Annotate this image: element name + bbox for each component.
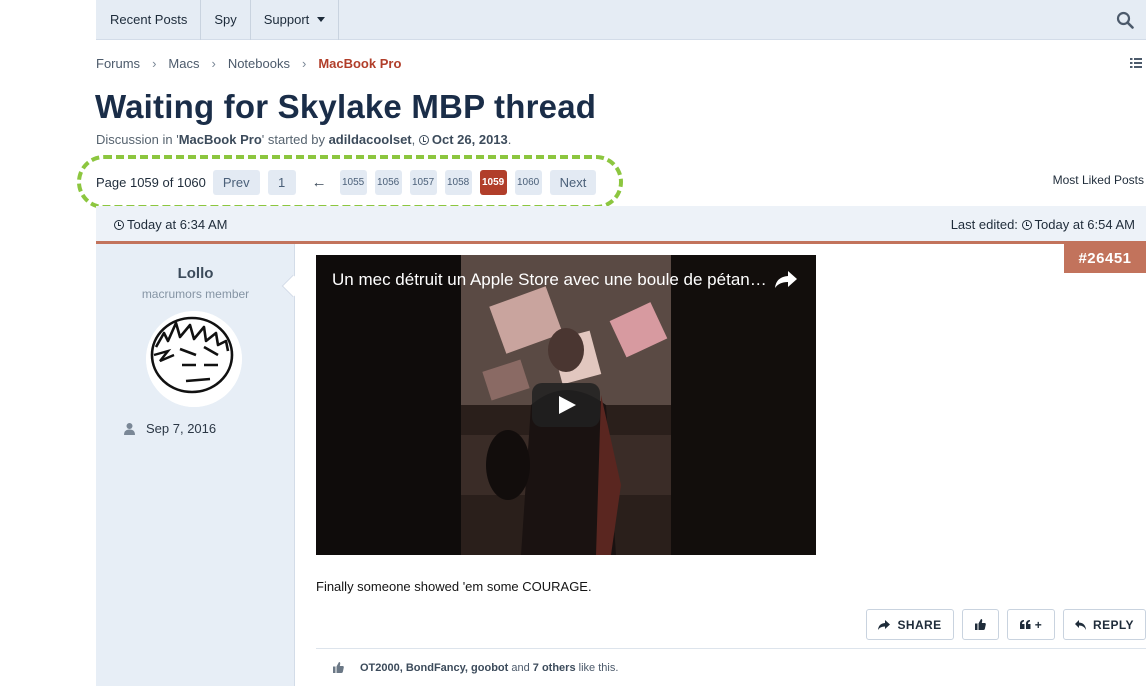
nav-support-label: Support <box>263 12 310 27</box>
top-nav: Recent Posts Spy Support <box>96 0 1146 40</box>
most-liked-posts-link[interactable]: Most Liked Posts <box>1053 173 1144 187</box>
post-header: Today at 6:34 AM Last edited: Today at 6… <box>96 206 1146 242</box>
share-arrow-icon[interactable] <box>774 269 798 289</box>
video-embed[interactable]: Un mec détruit un Apple Store avec une b… <box>316 255 816 555</box>
page-title: Waiting for Skylake MBP thread <box>95 88 597 125</box>
clock-icon <box>418 135 429 145</box>
likes-suffix: like this. <box>575 661 619 674</box>
reply-label: REPLY <box>1093 617 1134 632</box>
likes-summary: OT2000, BondFancy, goobot and 7 others l… <box>316 648 1146 686</box>
chevron-right-icon: › <box>211 56 216 71</box>
next-button[interactable]: Next <box>549 170 597 195</box>
meta-author-link[interactable]: adildacoolset <box>329 132 412 147</box>
chevron-right-icon: › <box>301 56 307 71</box>
multiquote-label: + <box>1034 617 1043 632</box>
skip-arrow-icon[interactable]: ← <box>312 174 327 191</box>
meta-suffix: . <box>507 132 512 147</box>
user-icon <box>124 422 135 435</box>
chevron-down-icon <box>317 17 326 22</box>
multiquote-button[interactable]: + <box>1007 609 1055 640</box>
others-link[interactable]: 7 others <box>533 662 576 674</box>
thread-meta: Discussion in 'MacBook Pro' started by a… <box>96 132 512 147</box>
join-date-text: Sep 7, 2016 <box>146 421 217 436</box>
share-icon <box>878 619 891 630</box>
clock-icon <box>1021 219 1032 230</box>
breadcrumb-current[interactable]: MacBook Pro <box>318 56 401 71</box>
reply-icon <box>1075 619 1087 630</box>
list-view-icon[interactable] <box>1130 58 1142 68</box>
reply-button[interactable]: REPLY <box>1063 609 1146 640</box>
meta-date[interactable]: Oct 26, 2013 <box>432 132 508 147</box>
search-icon[interactable] <box>1116 11 1134 29</box>
post-time-text: Today at 6:34 AM <box>127 216 228 232</box>
page-button[interactable]: 1060 <box>514 170 542 195</box>
quote-icon <box>1019 620 1031 629</box>
likes-and: and <box>508 661 533 674</box>
page-1-button[interactable]: 1 <box>267 170 296 195</box>
clock-icon <box>114 219 124 230</box>
breadcrumb-forums[interactable]: Forums <box>96 56 140 71</box>
join-date: Sep 7, 2016 <box>124 421 216 436</box>
page-button[interactable]: 1058 <box>444 170 472 195</box>
like-button[interactable] <box>962 609 999 640</box>
post-body: Finally someone showed 'em some COURAGE. <box>316 579 592 594</box>
breadcrumb-notebooks[interactable]: Notebooks <box>228 56 290 71</box>
user-title: macrumors member <box>141 287 250 301</box>
post-actions: SHARE + REPLY <box>858 609 1146 640</box>
username-link[interactable]: Lollo <box>96 265 295 282</box>
nav-support[interactable]: Support <box>251 0 340 40</box>
page-button[interactable]: 1057 <box>409 170 437 195</box>
post-number-link[interactable]: #26451 <box>1064 244 1146 273</box>
last-edited-time: Today at 6:54 AM <box>1034 216 1135 232</box>
thumbs-up-icon <box>333 662 344 673</box>
share-label: SHARE <box>897 617 942 632</box>
thumbs-up-icon <box>975 619 986 630</box>
post-time[interactable]: Today at 6:34 AM <box>114 217 227 232</box>
breadcrumb: Forums › Macs › Notebooks › MacBook Pro <box>96 56 401 71</box>
pagination: Page 1059 of 1060 Prev 1 ← 1055 1056 105… <box>96 170 604 195</box>
last-edited: Last edited: Today at 6:54 AM <box>951 217 1135 232</box>
nav-spy[interactable]: Spy <box>201 0 251 40</box>
forum-page: Recent Posts Spy Support Forums › Macs ›… <box>0 0 1146 686</box>
prev-button[interactable]: Prev <box>212 170 260 195</box>
page-button[interactable]: 1055 <box>339 170 367 195</box>
current-page-button[interactable]: 1059 <box>479 170 507 195</box>
page-label: Page 1059 of 1060 <box>96 175 206 190</box>
meta-prefix: Discussion in ' <box>96 132 179 147</box>
chevron-right-icon: › <box>152 56 157 71</box>
video-title[interactable]: Un mec détruit un Apple Store avec une b… <box>332 270 772 290</box>
breadcrumb-macs[interactable]: Macs <box>168 56 199 71</box>
last-edited-label: Last edited: <box>950 216 1018 232</box>
page-button[interactable]: 1056 <box>374 170 402 195</box>
liker-links[interactable]: OT2000, BondFancy, goobot <box>360 662 508 674</box>
meta-forum-link[interactable]: MacBook Pro <box>179 132 262 147</box>
avatar[interactable] <box>146 311 242 407</box>
meta-middle: ' started by <box>261 132 329 147</box>
nav-recent-posts[interactable]: Recent Posts <box>96 0 202 40</box>
play-button[interactable] <box>532 383 600 427</box>
share-button[interactable]: SHARE <box>866 609 954 640</box>
